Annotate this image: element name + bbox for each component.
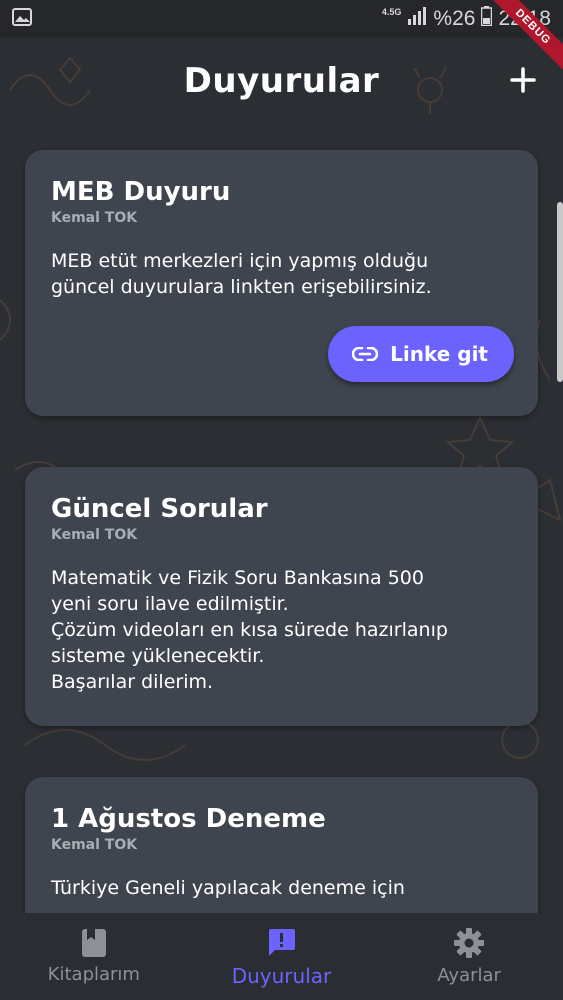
scrollbar-thumb[interactable] (557, 202, 563, 382)
announcement-card: MEB Duyuru Kemal TOK MEB etüt merkezleri… (25, 150, 538, 416)
battery-percent: %26 (433, 7, 476, 30)
announcement-title: Güncel Sorular (51, 494, 268, 524)
announcement-list[interactable]: MEB Duyuru Kemal TOK MEB etüt merkezleri… (0, 124, 563, 913)
plus-icon (510, 67, 536, 93)
nav-item-kitaplarim[interactable]: Kitaplarım (14, 928, 174, 985)
nav-item-duyurular[interactable]: Duyurular (201, 926, 361, 988)
announcement-body: Matematik ve Fizik Soru Bankasına 500 ye… (51, 567, 448, 693)
gallery-notification-icon (12, 7, 32, 31)
app-header: Duyurular (0, 38, 563, 124)
nav-item-ayarlar[interactable]: Ayarlar (389, 927, 549, 986)
announcement-card: Güncel Sorular Kemal TOK Matematik ve Fi… (25, 467, 538, 726)
battery-icon (481, 6, 493, 32)
announcement-author: Kemal TOK (51, 527, 138, 543)
add-announcement-button[interactable] (503, 60, 543, 100)
page-title: Duyurular (183, 61, 380, 101)
book-icon (81, 929, 106, 957)
gear-icon (454, 928, 485, 958)
network-type: 4.5G (381, 7, 402, 17)
announcement-title: 1 Ağustos Deneme (51, 804, 326, 834)
announcement-body: MEB etüt merkezleri için yapmış olduğu g… (51, 250, 432, 298)
nav-label: Kitaplarım (47, 964, 140, 985)
nav-label: Ayarlar (437, 965, 501, 986)
announcement-author: Kemal TOK (51, 210, 138, 226)
announcement-author: Kemal TOK (51, 837, 138, 853)
bottom-navigation: Kitaplarım Duyurular Ayarlar (0, 913, 563, 1000)
announcement-icon (269, 928, 296, 956)
announcement-card: 1 Ağustos Deneme Kemal TOK Türkiye Genel… (25, 777, 538, 913)
open-link-label: Linke git (390, 342, 488, 366)
announcement-body: Türkiye Geneli yapılacak deneme için (51, 877, 405, 899)
open-link-button[interactable]: Linke git (328, 326, 514, 382)
status-bar: 4.5G %26 22:18 (0, 0, 563, 38)
signal-icon (407, 7, 427, 31)
nav-label: Duyurular (231, 963, 332, 988)
link-icon (352, 347, 379, 361)
announcement-title: MEB Duyuru (51, 177, 231, 207)
